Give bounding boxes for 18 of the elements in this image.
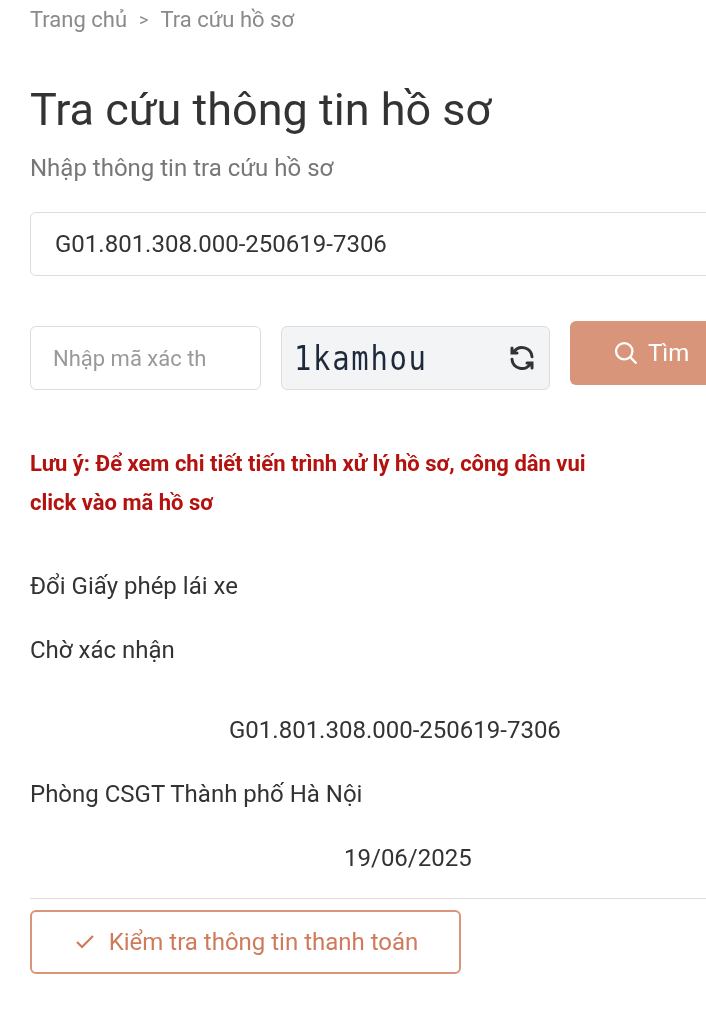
payment-check-button[interactable]: Kiểm tra thông tin thanh toán [30, 910, 461, 974]
search-button[interactable]: Tìm [570, 321, 706, 385]
note-text: Lưu ý: Để xem chi tiết tiến trình xử lý hồ sơ, công dân vui [30, 450, 587, 478]
search-icon [612, 339, 640, 367]
breadcrumb-link[interactable]: Tra cứu hồ sơ [160, 2, 294, 36]
record-code-field[interactable]: G01.801.308.000-250619-7306 [30, 212, 706, 276]
status-text: Chờ xác nhận [30, 635, 176, 666]
page-title: Tra cứu thông tin hồ sơ [30, 82, 493, 138]
date-text: 19/06/2025 [343, 843, 473, 874]
breadcrumb-link[interactable]: Trang chủ [30, 2, 128, 36]
agency-name: Phòng CSGT Thành phố Hà Nội [30, 779, 364, 810]
record-code: G01.801.308.000-250619-7306 [228, 715, 562, 746]
procedure-name: Đổi Giấy phép lái xe [30, 571, 239, 602]
note-text: click vào mã hồ sơ [30, 489, 214, 517]
captcha-code: 1kamhou [294, 336, 428, 380]
captcha-field[interactable]: Nhập mã xác th [30, 326, 261, 390]
breadcrumb-separator: > [139, 7, 149, 32]
subtitle: Nhập thông tin tra cứu hồ sơ [30, 153, 335, 184]
